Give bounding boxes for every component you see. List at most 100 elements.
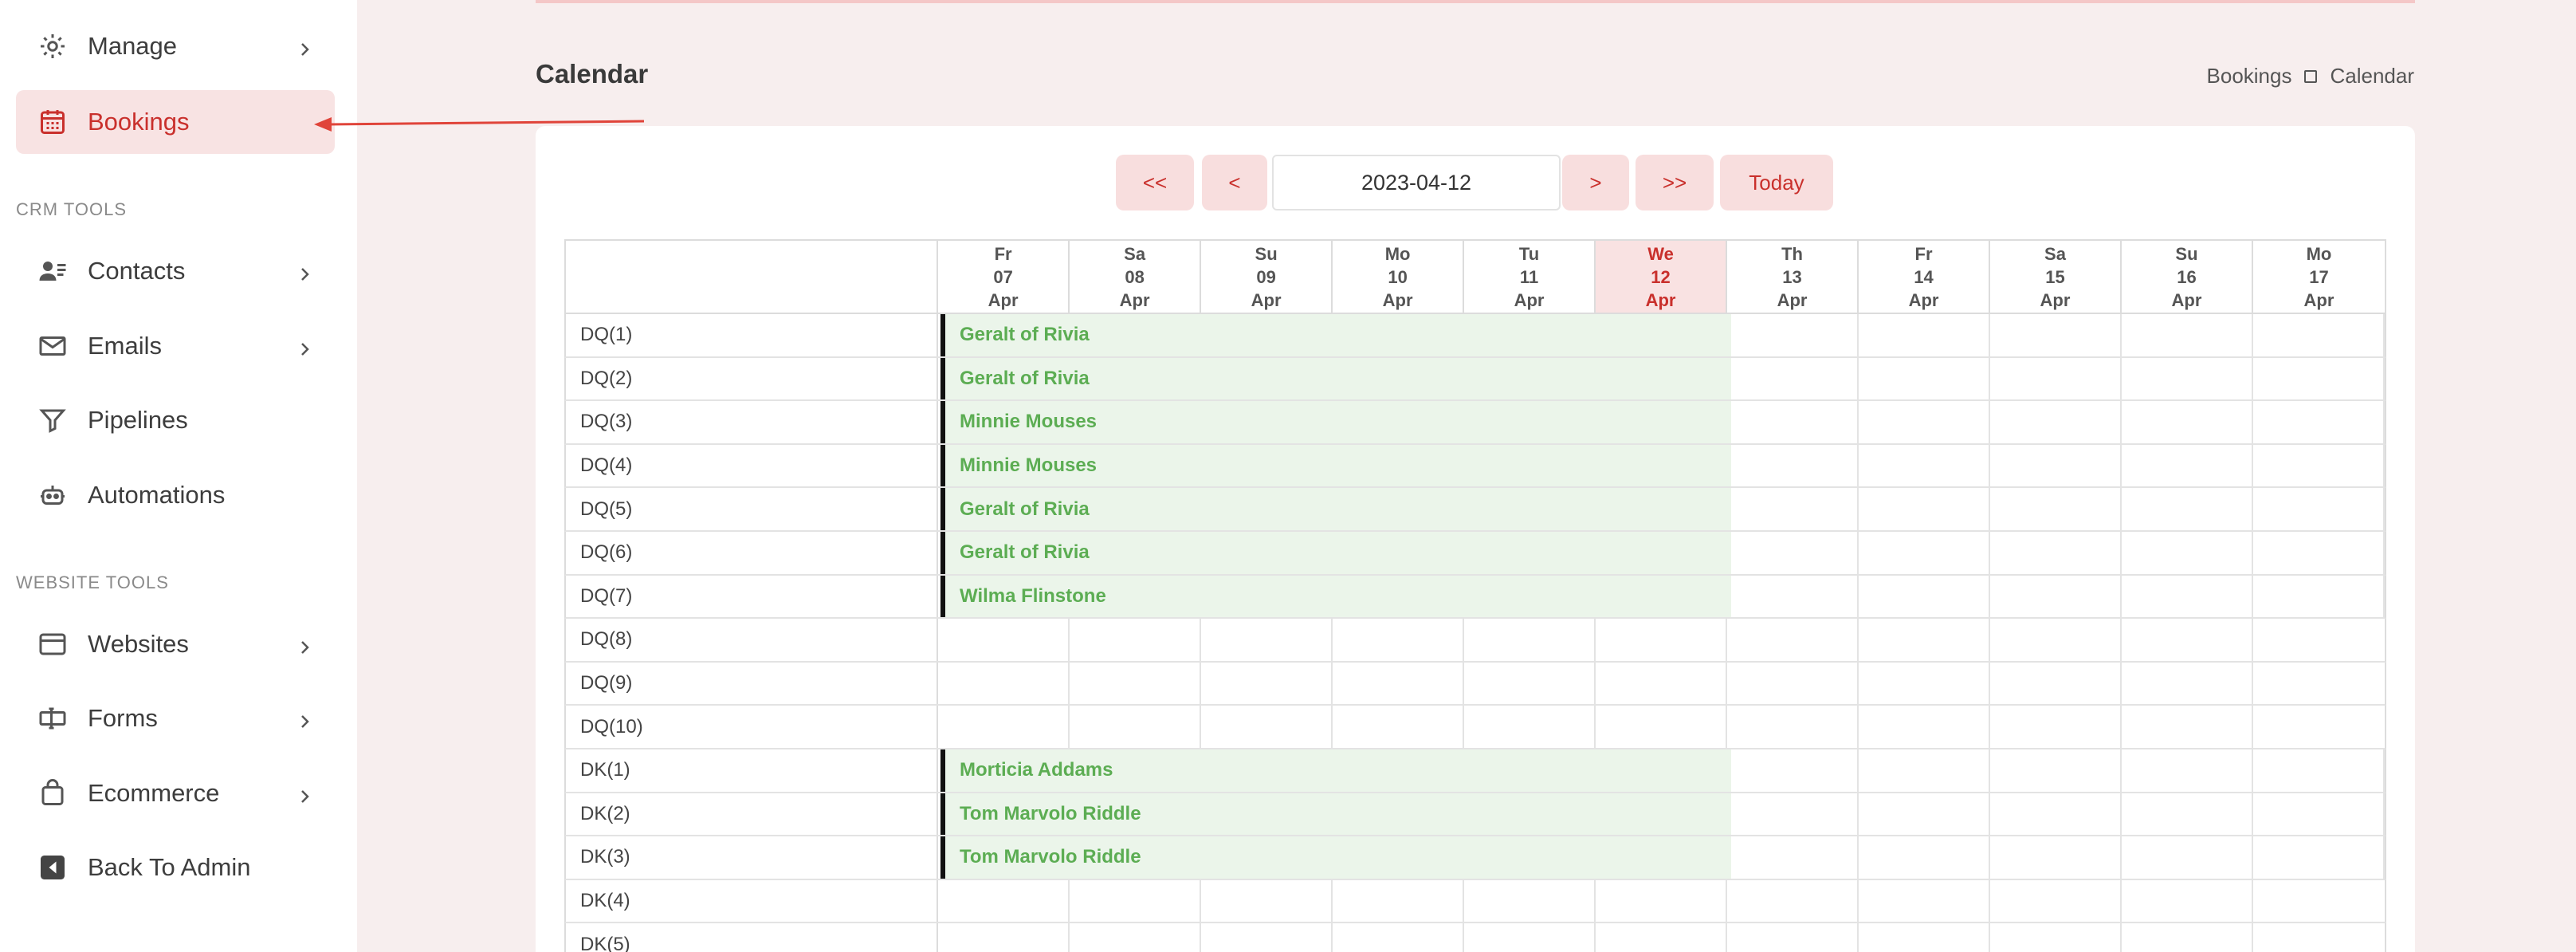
sidebar-item-bookings[interactable]: Bookings <box>16 90 335 154</box>
booking-bar[interactable]: Minnie Mouses <box>940 401 1731 443</box>
calendar-cell[interactable] <box>1859 662 1991 705</box>
calendar-cell[interactable] <box>1990 749 2122 792</box>
sidebar-item-websites[interactable]: Websites <box>16 612 335 676</box>
calendar-cell[interactable] <box>1596 706 1728 748</box>
calendar-cell[interactable] <box>1596 879 1728 922</box>
calendar-cell[interactable] <box>1859 793 1991 836</box>
calendar-cell[interactable] <box>1727 923 1859 952</box>
calendar-cell[interactable] <box>1990 488 2122 530</box>
calendar-cell[interactable] <box>2122 488 2253 530</box>
calendar-cell[interactable] <box>2253 793 2385 836</box>
calendar-cell[interactable] <box>2122 314 2253 356</box>
calendar-cell[interactable] <box>1727 401 1859 443</box>
calendar-cell[interactable] <box>2253 314 2385 356</box>
calendar-cell[interactable] <box>1201 879 1333 922</box>
calendar-cell[interactable] <box>1070 706 1202 748</box>
calendar-cell[interactable] <box>1859 879 1991 922</box>
calendar-cell[interactable] <box>2253 706 2385 748</box>
calendar-cell[interactable] <box>2122 444 2253 487</box>
calendar-cell[interactable] <box>1990 357 2122 400</box>
calendar-cell[interactable] <box>1727 879 1859 922</box>
calendar-cell[interactable] <box>1990 314 2122 356</box>
calendar-cell[interactable] <box>1727 619 1859 661</box>
booking-bar[interactable]: Geralt of Rivia <box>940 531 1731 574</box>
calendar-cell[interactable] <box>1333 706 1465 748</box>
next-button[interactable]: > <box>1562 155 1629 210</box>
calendar-cell[interactable] <box>2122 836 2253 879</box>
calendar-cell[interactable] <box>1727 575 1859 618</box>
booking-bar[interactable]: Geralt of Rivia <box>940 357 1731 400</box>
calendar-cell[interactable] <box>2253 488 2385 530</box>
calendar-cell[interactable] <box>1201 923 1333 952</box>
calendar-cell[interactable] <box>2122 923 2253 952</box>
calendar-cell[interactable] <box>1201 662 1333 705</box>
calendar-cell[interactable] <box>2253 401 2385 443</box>
calendar-cell[interactable] <box>1990 793 2122 836</box>
calendar-cell[interactable] <box>2122 575 2253 618</box>
calendar-cell[interactable] <box>1859 357 1991 400</box>
calendar-cell[interactable] <box>2253 749 2385 792</box>
sidebar-item-ecommerce[interactable]: Ecommerce <box>16 761 335 825</box>
today-button[interactable]: Today <box>1720 155 1833 210</box>
booking-bar[interactable]: Wilma Flinstone <box>940 575 1731 618</box>
sidebar-item-contacts[interactable]: Contacts <box>16 239 335 303</box>
calendar-cell[interactable] <box>1859 531 1991 574</box>
calendar-cell[interactable] <box>1464 879 1596 922</box>
calendar-cell[interactable] <box>938 923 1070 952</box>
calendar-cell[interactable] <box>1596 923 1728 952</box>
sidebar-item-back-to-admin[interactable]: Back To Admin <box>16 836 335 899</box>
calendar-cell[interactable] <box>1859 749 1991 792</box>
calendar-cell[interactable] <box>1990 619 2122 661</box>
calendar-cell[interactable] <box>1070 879 1202 922</box>
sidebar-item-pipelines[interactable]: Pipelines <box>16 388 335 452</box>
calendar-cell[interactable] <box>1201 706 1333 748</box>
calendar-cell[interactable] <box>1727 662 1859 705</box>
sidebar-item-manage[interactable]: Manage <box>16 14 335 78</box>
calendar-cell[interactable] <box>1727 836 1859 879</box>
calendar-cell[interactable] <box>1201 619 1333 661</box>
calendar-cell[interactable] <box>1596 619 1728 661</box>
calendar-cell[interactable] <box>1596 662 1728 705</box>
calendar-cell[interactable] <box>1990 444 2122 487</box>
sidebar-item-automations[interactable]: Automations <box>16 463 335 527</box>
calendar-cell[interactable] <box>1990 401 2122 443</box>
calendar-cell[interactable] <box>1727 488 1859 530</box>
calendar-cell[interactable] <box>1990 836 2122 879</box>
calendar-cell[interactable] <box>938 706 1070 748</box>
calendar-cell[interactable] <box>1990 575 2122 618</box>
calendar-cell[interactable] <box>1727 357 1859 400</box>
calendar-cell[interactable] <box>2122 662 2253 705</box>
sidebar-item-emails[interactable]: Emails <box>16 314 335 378</box>
calendar-cell[interactable] <box>1464 619 1596 661</box>
calendar-cell[interactable] <box>2253 923 2385 952</box>
calendar-cell[interactable] <box>1070 923 1202 952</box>
calendar-cell[interactable] <box>1990 706 2122 748</box>
calendar-cell[interactable] <box>2122 531 2253 574</box>
calendar-cell[interactable] <box>2122 706 2253 748</box>
calendar-cell[interactable] <box>1070 619 1202 661</box>
calendar-cell[interactable] <box>1464 662 1596 705</box>
calendar-cell[interactable] <box>2122 357 2253 400</box>
calendar-cell[interactable] <box>1859 836 1991 879</box>
calendar-cell[interactable] <box>1333 923 1465 952</box>
calendar-cell[interactable] <box>1464 706 1596 748</box>
calendar-cell[interactable] <box>1859 575 1991 618</box>
calendar-cell[interactable] <box>1333 662 1465 705</box>
calendar-cell[interactable] <box>1859 619 1991 661</box>
calendar-cell[interactable] <box>938 662 1070 705</box>
calendar-cell[interactable] <box>2253 619 2385 661</box>
calendar-cell[interactable] <box>2253 880 2385 922</box>
calendar-cell[interactable] <box>1727 531 1859 574</box>
calendar-cell[interactable] <box>1727 706 1859 748</box>
calendar-cell[interactable] <box>1727 793 1859 836</box>
calendar-cell[interactable] <box>2253 575 2385 618</box>
calendar-cell[interactable] <box>2122 619 2253 661</box>
calendar-cell[interactable] <box>1464 923 1596 952</box>
calendar-cell[interactable] <box>938 619 1070 661</box>
calendar-cell[interactable] <box>1859 314 1991 356</box>
calendar-cell[interactable] <box>2122 401 2253 443</box>
calendar-cell[interactable] <box>2253 663 2385 705</box>
breadcrumb-item-bookings[interactable]: Bookings <box>2207 64 2292 89</box>
calendar-cell[interactable] <box>2253 531 2385 574</box>
booking-bar[interactable]: Geralt of Rivia <box>940 488 1731 530</box>
